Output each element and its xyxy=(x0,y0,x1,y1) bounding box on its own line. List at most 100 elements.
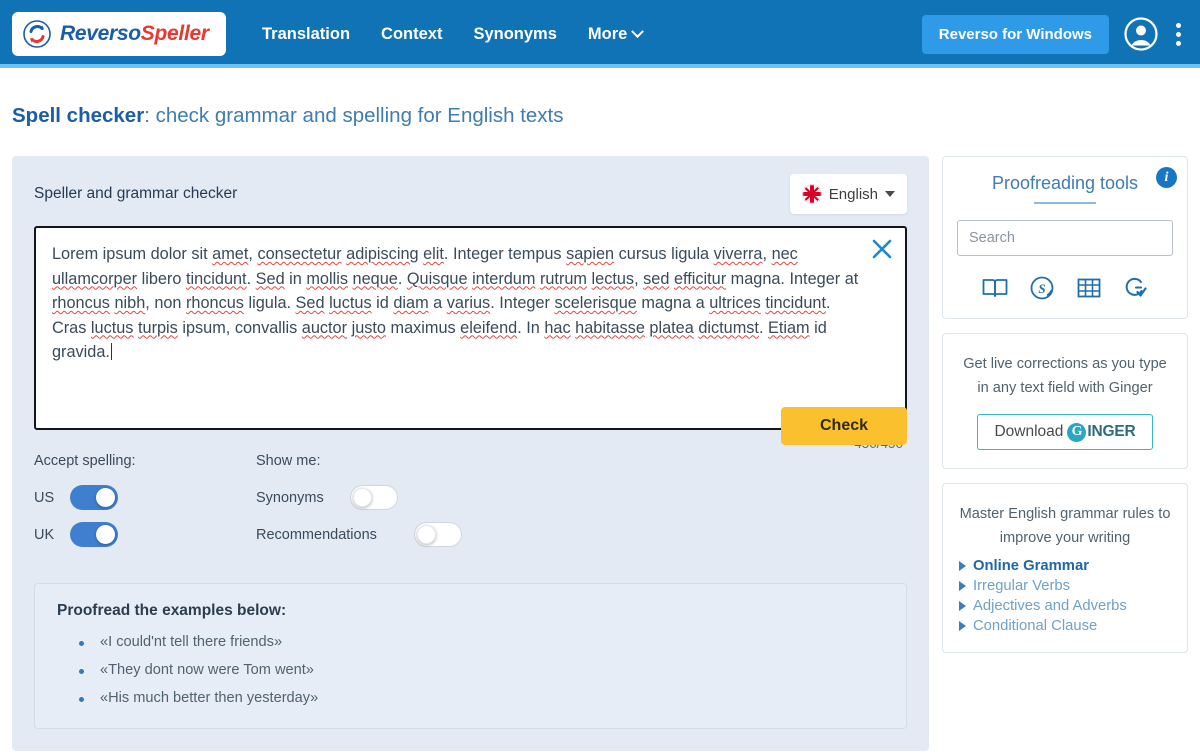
nav-item-more[interactable]: More xyxy=(588,25,645,44)
editor-text-run: . Integer tempus xyxy=(443,245,567,263)
site-header: ReversoSpeller Translation Context Synon… xyxy=(0,0,1200,68)
spelling-error-word[interactable]: tincidunt xyxy=(765,294,826,312)
nav-item-label: Synonyms xyxy=(473,24,557,43)
spelling-error-word[interactable]: turpis xyxy=(138,319,178,337)
spelling-error-word[interactable]: varius xyxy=(447,294,490,312)
nav-item-synonyms[interactable]: Synonyms xyxy=(473,25,556,44)
spelling-error-word[interactable]: amet xyxy=(212,245,248,263)
examples-list: «I could'nt tell there friends» «They do… xyxy=(57,634,884,706)
reverso-for-windows-button[interactable]: Reverso for Windows xyxy=(921,14,1109,54)
editor-text-run: . xyxy=(246,269,256,288)
spelling-error-word[interactable]: neque xyxy=(353,270,398,288)
list-item[interactable]: «I could'nt tell there friends» xyxy=(57,634,884,650)
synonyms-toggle[interactable] xyxy=(350,485,398,510)
main-nav: Translation Context Synonyms More xyxy=(262,25,645,44)
page-title-rest: : check grammar and spelling for English… xyxy=(144,104,564,127)
spelling-error-word[interactable]: Sed xyxy=(256,270,285,288)
spelling-error-word[interactable]: interdum xyxy=(472,270,535,288)
proofreading-tools-panel: i Proofreading tools S xyxy=(942,156,1188,319)
show-me-label: Show me: xyxy=(256,453,321,469)
editor-text-run: . In xyxy=(517,318,545,337)
spelling-error-word[interactable]: rhoncus xyxy=(52,294,110,312)
spelling-error-word[interactable]: lectus xyxy=(592,270,635,288)
spelling-error-word[interactable]: Quisque xyxy=(407,270,468,288)
ginger-panel: Get live corrections as you type in any … xyxy=(942,333,1188,469)
kebab-menu-icon[interactable] xyxy=(1173,20,1184,49)
spelling-error-word[interactable]: justo xyxy=(352,319,386,337)
spelling-error-word[interactable]: sapien xyxy=(566,245,614,263)
language-selector[interactable]: English xyxy=(789,174,907,214)
spelling-error-word[interactable]: diam xyxy=(393,294,428,312)
synonyms-label: Synonyms xyxy=(256,489,324,506)
spelling-error-word[interactable]: scelerisque xyxy=(554,294,636,312)
editor-text-run: cursus ligula xyxy=(614,245,714,263)
spelling-error-word[interactable]: eleifend xyxy=(460,319,517,337)
nav-item-translation[interactable]: Translation xyxy=(262,25,350,44)
grammar-link-conditional-clause[interactable]: Conditional Clause xyxy=(959,616,1171,636)
examples-title: Proofread the examples below: xyxy=(57,602,287,619)
text-editor[interactable]: Lorem ipsum dolor sit amet, consectetur … xyxy=(34,226,907,430)
spelling-error-word[interactable]: dictumst xyxy=(698,319,759,337)
card-header: Speller and grammar checker English xyxy=(34,174,907,214)
spelling-error-word[interactable]: ullamcorper xyxy=(52,270,137,288)
editor-content[interactable]: Lorem ipsum dolor sit amet, consectetur … xyxy=(52,242,861,365)
spelling-error-word[interactable]: habitasse xyxy=(575,319,645,337)
spelling-error-word[interactable]: adipiscing xyxy=(346,245,418,263)
spelling-error-word[interactable]: luctus xyxy=(329,294,372,312)
spelling-error-word[interactable]: hac xyxy=(544,319,570,337)
spelling-error-word[interactable]: luctus xyxy=(91,319,134,337)
editor-text-run: in xyxy=(284,269,307,288)
grammar-link-label: Online Grammar xyxy=(973,558,1089,574)
close-x-icon[interactable] xyxy=(871,238,893,260)
grammar-link-adjectives-adverbs[interactable]: Adjectives and Adverbs xyxy=(959,596,1171,616)
synonyms-s-circle-icon[interactable]: S xyxy=(1028,274,1056,302)
editor-text-run: . xyxy=(397,269,407,288)
spelling-error-word[interactable]: ultrices xyxy=(709,294,761,312)
logo-text-speller: Speller xyxy=(140,22,209,45)
grammar-check-icon[interactable] xyxy=(1122,274,1150,302)
us-toggle[interactable] xyxy=(70,485,118,510)
us-label: US xyxy=(34,489,55,506)
spelling-error-word[interactable]: tincidunt xyxy=(186,270,247,288)
conjugation-grid-icon[interactable] xyxy=(1075,274,1103,302)
download-ginger-button[interactable]: Download G INGER xyxy=(977,414,1153,450)
spelling-error-word[interactable]: Etiam xyxy=(768,319,810,337)
spelling-error-word[interactable]: platea xyxy=(649,319,693,337)
spelling-error-word[interactable]: Sed xyxy=(296,294,325,312)
list-item[interactable]: «They dont now were Tom went» xyxy=(57,662,884,678)
spelling-error-word[interactable]: nibh xyxy=(114,294,145,312)
search-input[interactable] xyxy=(957,220,1173,256)
dictionary-book-icon[interactable] xyxy=(981,274,1009,302)
ginger-logo: G INGER xyxy=(1067,422,1136,442)
chevron-down-icon xyxy=(885,191,895,197)
spelling-error-word[interactable]: sed xyxy=(643,270,669,288)
spelling-error-word[interactable]: mollis xyxy=(306,270,348,288)
spelling-error-word[interactable]: rhoncus xyxy=(186,294,244,312)
spelling-error-word[interactable]: consectetur xyxy=(257,245,341,263)
text-cursor xyxy=(110,343,113,360)
accept-spelling-group: Accept spelling: US UK xyxy=(34,453,256,559)
spelling-error-word[interactable]: nec xyxy=(772,245,798,263)
editor-text-run: Lorem ipsum dolor sit xyxy=(52,245,213,263)
spelling-error-word[interactable]: auctor xyxy=(302,319,347,337)
info-icon[interactable]: i xyxy=(1156,167,1177,188)
nav-item-context[interactable]: Context xyxy=(381,25,442,44)
spelling-error-word[interactable]: rutrum xyxy=(540,270,587,288)
spelling-error-word[interactable]: viverra xyxy=(714,245,763,263)
recommendations-toggle[interactable] xyxy=(414,522,462,547)
spelling-error-word[interactable]: elit xyxy=(423,245,444,263)
spelling-error-word[interactable]: efficitur xyxy=(674,270,726,288)
grammar-links-panel: Master English grammar rules to improve … xyxy=(942,483,1188,653)
uk-flag-icon xyxy=(801,184,822,204)
sidebar: i Proofreading tools Search S Get live c… xyxy=(942,156,1188,653)
uk-toggle[interactable] xyxy=(70,522,118,547)
list-item[interactable]: «His much better then yesterday» xyxy=(57,690,884,706)
user-avatar-icon[interactable] xyxy=(1123,16,1159,52)
editor-text-run: , non xyxy=(145,294,187,312)
logo[interactable]: ReversoSpeller xyxy=(12,12,226,56)
grammar-link-online-grammar[interactable]: Online Grammar xyxy=(959,556,1171,576)
grammar-link-irregular-verbs[interactable]: Irregular Verbs xyxy=(959,576,1171,596)
language-label: English xyxy=(828,185,878,203)
editor-text-run: magna. Integer at xyxy=(726,269,859,288)
check-button[interactable]: Check xyxy=(781,407,907,445)
